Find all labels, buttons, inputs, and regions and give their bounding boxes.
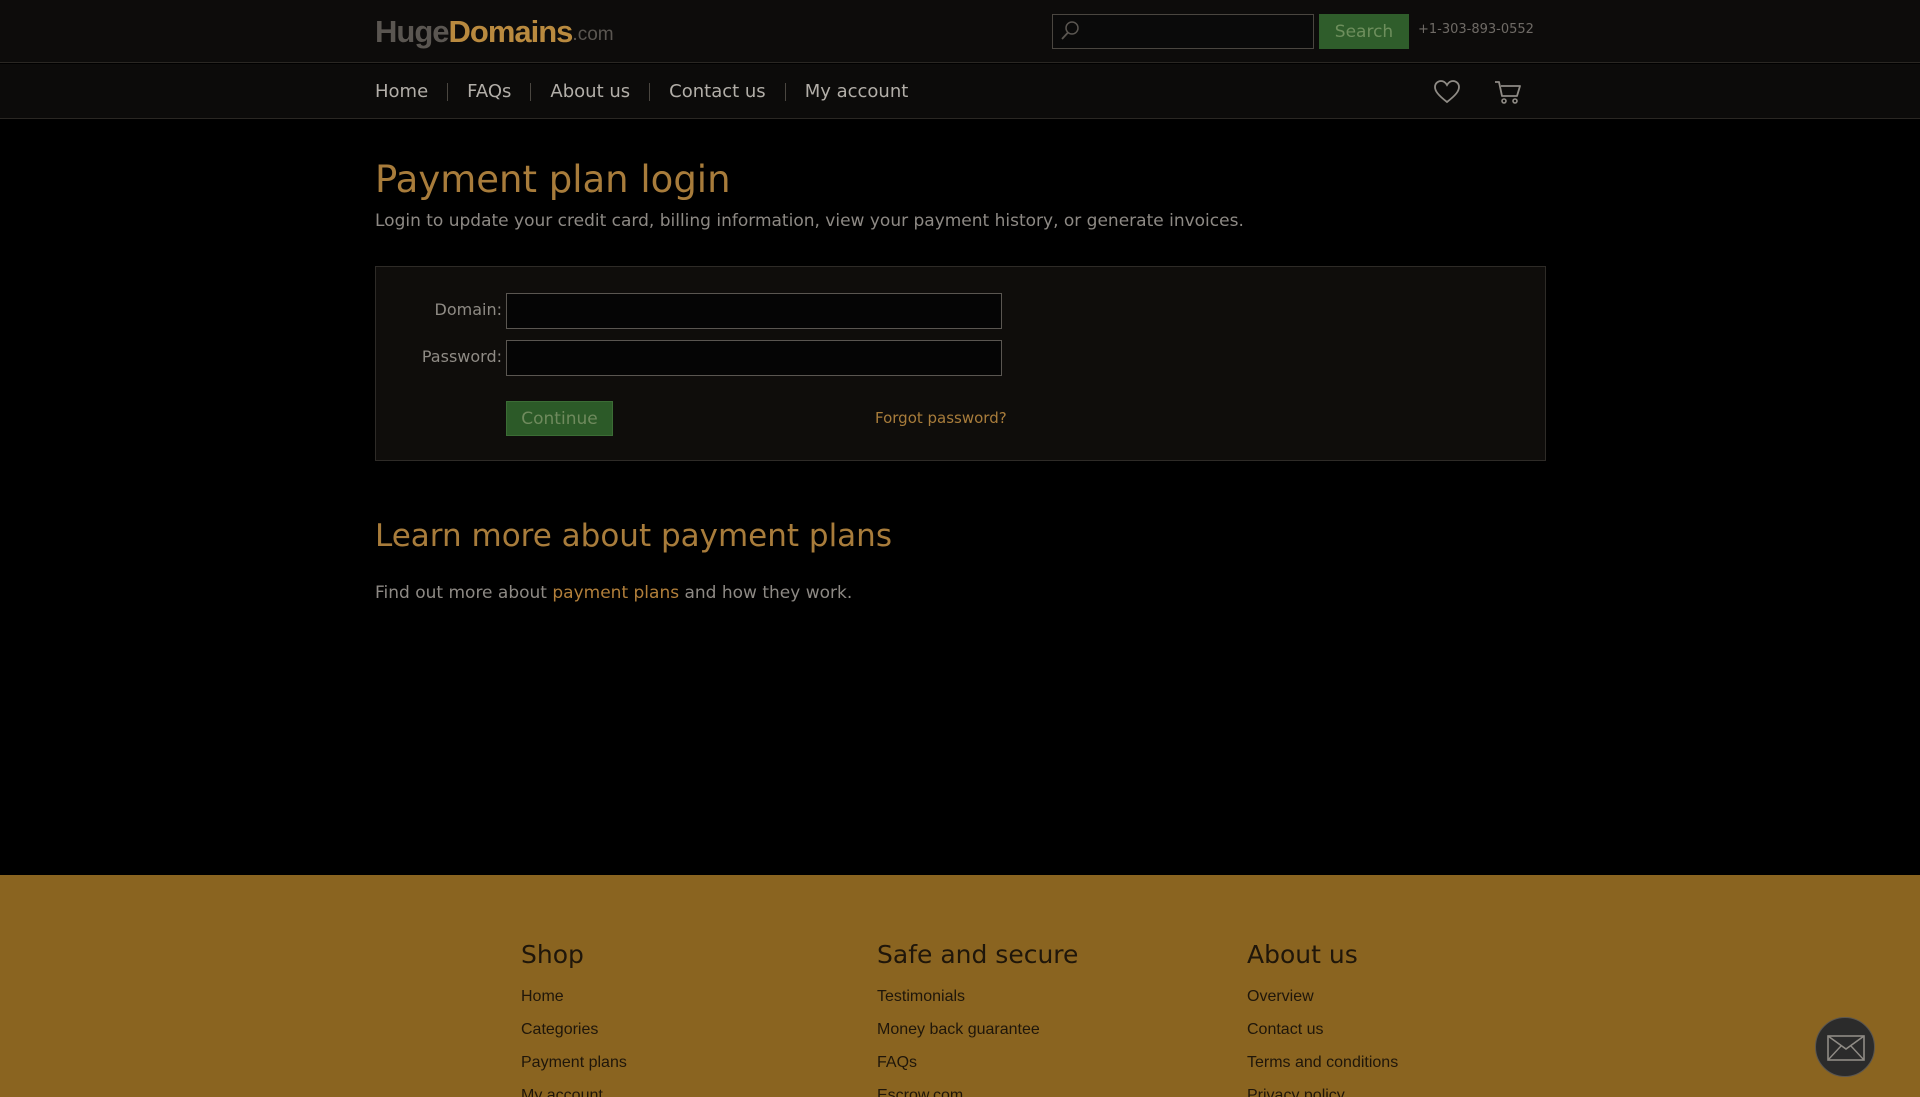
- heart-icon[interactable]: [1433, 79, 1461, 105]
- footer-link-terms[interactable]: Terms and conditions: [1247, 1046, 1398, 1079]
- chat-button[interactable]: [1815, 1017, 1875, 1077]
- footer-link-escrow[interactable]: Escrow.com: [877, 1079, 1078, 1097]
- domain-field[interactable]: [506, 293, 1002, 329]
- logo-part-domains: Domains: [448, 14, 574, 49]
- footer-link-testimonials[interactable]: Testimonials: [877, 980, 1078, 1013]
- search-button[interactable]: Search: [1319, 14, 1409, 49]
- forgot-password-link[interactable]: Forgot password?: [875, 409, 1007, 427]
- payment-plans-link[interactable]: payment plans: [552, 583, 679, 603]
- learn-more-text: Find out more about payment plans and ho…: [375, 583, 852, 603]
- domain-label: Domain:: [434, 300, 502, 319]
- footer-link-faqs[interactable]: FAQs: [877, 1046, 1078, 1079]
- footer-link-categories[interactable]: Categories: [521, 1013, 627, 1046]
- search-icon: [1061, 21, 1079, 40]
- footer-heading-shop: Shop: [521, 940, 584, 969]
- search-input[interactable]: [1085, 18, 1307, 45]
- nav-home[interactable]: Home: [375, 82, 447, 101]
- footer-link-my-account[interactable]: My account: [521, 1079, 627, 1097]
- nav-my-account[interactable]: My account: [784, 82, 928, 101]
- page-title: Payment plan login: [375, 158, 731, 201]
- phone-number: +1-303-893-0552: [1418, 22, 1534, 37]
- footer: Shop Home Categories Payment plans My ac…: [0, 875, 1920, 1097]
- footer-col-shop: Shop Home Categories Payment plans My ac…: [521, 940, 627, 1097]
- search-box: [1052, 14, 1314, 49]
- learn-more-text-after: and how they work.: [679, 583, 853, 603]
- logo-part-huge: Huge: [375, 14, 449, 49]
- logo-part-com: .com: [572, 24, 614, 45]
- footer-col-safe: Safe and secure Testimonials Money back …: [877, 940, 1078, 1097]
- learn-more-text-before: Find out more about: [375, 583, 553, 603]
- password-label: Password:: [421, 347, 502, 366]
- footer-link-home[interactable]: Home: [521, 980, 627, 1013]
- main-nav: Home FAQs About us Contact us My account: [375, 64, 927, 119]
- nav-faqs[interactable]: FAQs: [447, 82, 530, 101]
- nav-about-us[interactable]: About us: [530, 82, 649, 101]
- learn-more-heading: Learn more about payment plans: [375, 518, 892, 554]
- footer-link-money-back[interactable]: Money back guarantee: [877, 1013, 1078, 1046]
- login-form: Domain: Password: Continue Forgot passwo…: [375, 266, 1546, 461]
- footer-link-contact-us[interactable]: Contact us: [1247, 1013, 1398, 1046]
- footer-heading-about: About us: [1247, 940, 1358, 969]
- nav-contact-us[interactable]: Contact us: [649, 82, 785, 101]
- top-header: Huge Domains .com Search +1-303-893-0552: [0, 0, 1920, 63]
- nav-bar: Home FAQs About us Contact us My account: [0, 64, 1920, 119]
- logo[interactable]: Huge Domains .com: [375, 14, 614, 50]
- page-subtitle: Login to update your credit card, billin…: [375, 211, 1244, 231]
- footer-heading-safe: Safe and secure: [877, 940, 1079, 969]
- footer-col-about: About us Overview Contact us Terms and c…: [1247, 940, 1398, 1097]
- cart-icon[interactable]: [1493, 79, 1523, 105]
- continue-button[interactable]: Continue: [506, 401, 613, 436]
- password-field[interactable]: [506, 340, 1002, 376]
- footer-link-payment-plans[interactable]: Payment plans: [521, 1046, 627, 1079]
- envelope-icon: [1827, 1035, 1865, 1061]
- footer-link-privacy[interactable]: Privacy policy: [1247, 1079, 1398, 1097]
- footer-link-overview[interactable]: Overview: [1247, 980, 1398, 1013]
